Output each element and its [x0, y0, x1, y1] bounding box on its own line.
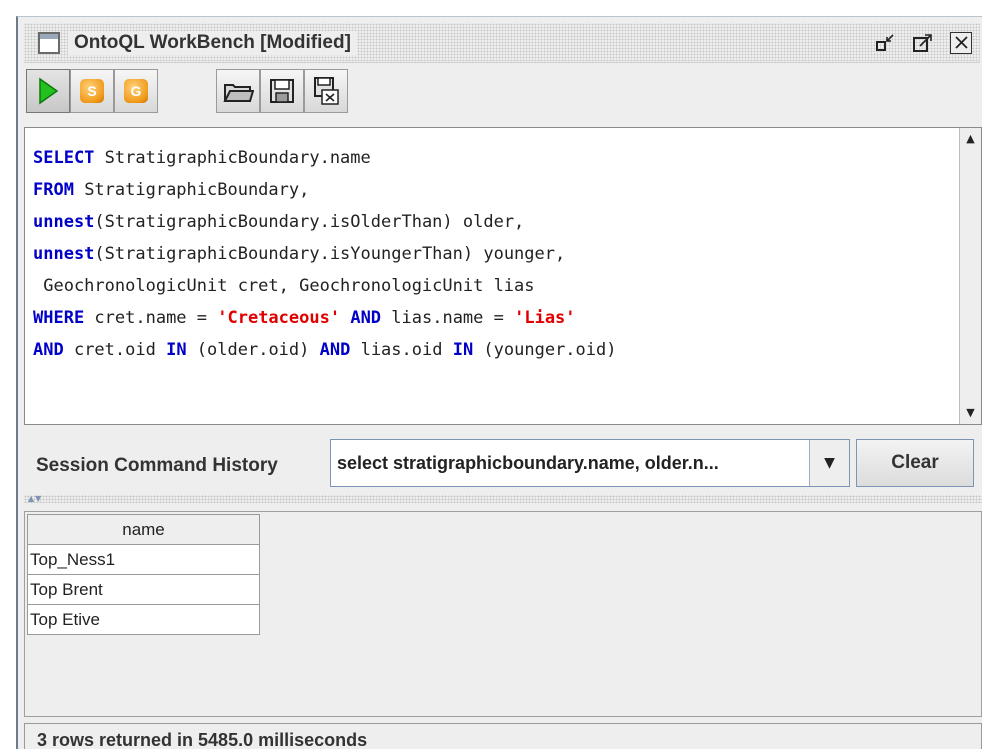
results-table: name Top_Ness1 Top Brent Top Etive — [27, 514, 260, 635]
sql-keyword: AND — [350, 308, 382, 328]
chevron-down-icon[interactable]: ▼ — [809, 440, 849, 486]
sql-keyword: IN — [452, 340, 474, 360]
toolbar: S G — [26, 69, 426, 115]
save-button[interactable] — [260, 69, 304, 113]
sql-string-literal: 'Lias' — [514, 308, 576, 328]
status-text: 3 rows returned in 5485.0 milliseconds — [37, 730, 368, 749]
query-text[interactable]: SELECT StratigraphicBoundary.name FROM St… — [33, 142, 953, 366]
screen: OntoQL WorkBench [Modified] S G SELECT S… — [0, 0, 982, 749]
table-row[interactable]: Top_Ness1 — [27, 544, 260, 575]
table-row[interactable]: Top Etive — [27, 604, 260, 635]
open-folder-icon — [223, 84, 254, 102]
workbench-window: OntoQL WorkBench [Modified] S G SELECT S… — [16, 16, 982, 749]
table-cell[interactable]: Top Etive — [27, 604, 260, 635]
query-line[interactable]: unnest(StratigraphicBoundary.isYoungerTh… — [33, 238, 953, 270]
window-title: OntoQL WorkBench [Modified] — [68, 31, 357, 55]
sql-keyword: AND — [319, 340, 351, 360]
scroll-down-icon[interactable]: ▼ — [960, 402, 981, 424]
editor-scrollbar[interactable]: ▲ ▼ — [959, 128, 981, 424]
play-icon — [39, 77, 59, 105]
table-row[interactable]: Top Brent — [27, 574, 260, 605]
save-as-excel-icon — [314, 77, 339, 105]
sql-text: cret.oid — [63, 340, 167, 360]
sql-text: (StratigraphicBoundary.isOlderThan) olde… — [94, 212, 525, 232]
collapse-arrows-icon[interactable]: ▲▼ — [28, 494, 42, 503]
sql-keyword: AND — [33, 340, 64, 360]
sql-text: StratigraphicBoundary.name — [94, 148, 371, 168]
sql-text: lias.oid — [350, 340, 453, 360]
sql-keyword: FROM — [33, 180, 74, 200]
minimize-icon[interactable] — [874, 32, 896, 54]
sql-keyword: unnest — [33, 244, 95, 264]
column-header-name[interactable]: name — [27, 514, 260, 545]
table-cell[interactable]: Top_Ness1 — [27, 544, 260, 575]
g-button[interactable]: G — [114, 69, 158, 113]
history-label: Session Command History — [36, 455, 278, 476]
query-line[interactable]: GeochronologicUnit cret, GeochronologicU… — [33, 270, 953, 302]
clear-button[interactable]: Clear — [856, 439, 974, 487]
query-line[interactable]: unnest(StratigraphicBoundary.isOlderThan… — [33, 206, 953, 238]
sql-text: lias.name = — [381, 308, 515, 328]
query-line[interactable]: SELECT StratigraphicBoundary.name — [33, 142, 953, 174]
save-floppy-icon — [270, 79, 294, 103]
results-panel: name Top_Ness1 Top Brent Top Etive — [24, 511, 982, 717]
sql-text: GeochronologicUnit cret, GeochronologicU… — [33, 276, 535, 296]
window-icon — [38, 32, 60, 54]
history-dropdown[interactable]: select stratigraphicboundary.name, older… — [330, 439, 850, 487]
sql-text: (younger.oid) — [473, 340, 617, 360]
sql-keyword: IN — [166, 340, 187, 360]
sql-text: cret.name = — [84, 308, 218, 328]
open-button[interactable] — [216, 69, 260, 113]
query-line[interactable]: WHERE cret.name = 'Cretaceous' AND lias.… — [33, 302, 953, 334]
scroll-up-icon[interactable]: ▲ — [960, 128, 981, 150]
run-query-button[interactable] — [26, 69, 70, 113]
sql-keyword: SELECT — [33, 148, 95, 168]
split-pane-divider[interactable] — [24, 495, 982, 503]
sql-keyword: unnest — [33, 212, 95, 232]
table-header-row: name — [27, 514, 260, 545]
title-bar[interactable]: OntoQL WorkBench [Modified] — [24, 23, 980, 63]
maximize-icon[interactable] — [912, 32, 934, 54]
query-editor[interactable]: SELECT StratigraphicBoundary.name FROM St… — [24, 127, 982, 425]
sql-keyword: WHERE — [33, 308, 85, 328]
query-line[interactable]: AND cret.oid IN (older.oid) AND lias.oid… — [33, 334, 953, 366]
table-cell[interactable]: Top Brent — [27, 574, 260, 605]
s-button[interactable]: S — [70, 69, 114, 113]
export-excel-button[interactable] — [304, 69, 348, 113]
sql-text: (older.oid) — [186, 340, 320, 360]
s-coin-icon: S — [80, 79, 104, 103]
sql-text: StratigraphicBoundary, — [73, 180, 310, 200]
sql-string-literal: 'Cretaceous' — [217, 308, 341, 328]
g-coin-icon: G — [124, 79, 148, 103]
history-selected-value[interactable]: select stratigraphicboundary.name, older… — [337, 453, 807, 474]
status-bar: 3 rows returned in 5485.0 milliseconds — [24, 723, 982, 749]
close-icon[interactable] — [950, 32, 972, 54]
sql-text: (StratigraphicBoundary.isYoungerThan) yo… — [94, 244, 566, 264]
query-line[interactable]: FROM StratigraphicBoundary, — [33, 174, 953, 206]
